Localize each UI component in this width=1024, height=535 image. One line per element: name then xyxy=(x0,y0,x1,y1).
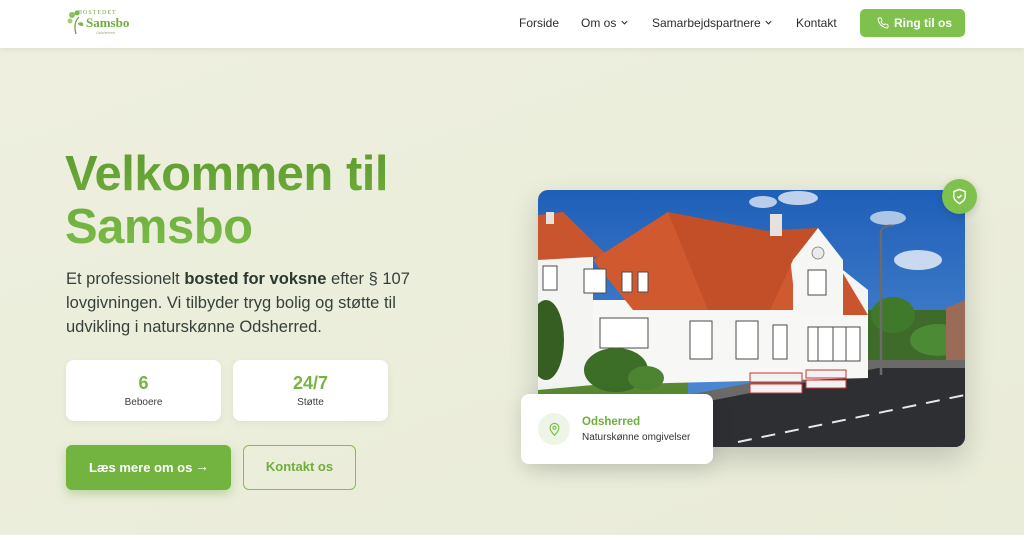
chevron-down-icon[interactable] xyxy=(764,18,773,27)
hero-description: Et professionelt bosted for voksne efter… xyxy=(66,267,446,339)
logo-name: Samsbo xyxy=(86,15,130,30)
location-pin-circle xyxy=(538,413,570,445)
samsbo-logo[interactable]: BOSTEDET Samsbo Odsherred xyxy=(66,9,130,37)
stat-value: 6 xyxy=(138,373,149,393)
stat-card-stotte: 24/7 Støtte xyxy=(233,360,388,421)
hero-text-before: Et professionelt xyxy=(66,270,185,288)
location-card: Odsherred Naturskønne omgivelser xyxy=(521,394,713,464)
stat-label: Støtte xyxy=(297,397,324,408)
nav-item-om-os[interactable]: Om os xyxy=(581,16,616,30)
logo-sub-text: Odsherred xyxy=(96,30,115,35)
chevron-down-icon[interactable] xyxy=(620,18,629,27)
hero-text-bold: bosted for voksne xyxy=(184,270,327,288)
arrow-right-icon: → xyxy=(195,458,209,474)
laes-mere-label: Læs mere om os xyxy=(89,460,193,475)
shield-check-icon xyxy=(953,188,966,205)
ring-til-os-label: Ring til os xyxy=(894,16,952,30)
location-subtitle: Naturskønne omgivelser xyxy=(582,432,691,443)
ring-til-os-button[interactable]: Ring til os xyxy=(860,9,965,37)
hero-title-line1: Velkommen til xyxy=(65,147,389,201)
nav-item-forside[interactable]: Forside xyxy=(519,16,559,30)
phone-icon xyxy=(877,17,889,29)
laes-mere-button[interactable]: Læs mere om os → xyxy=(66,445,231,490)
hero-title-line2: Samsbo xyxy=(65,200,253,254)
stat-label: Beboere xyxy=(124,397,163,408)
kontakt-os-button[interactable]: Kontakt os xyxy=(243,445,356,490)
trust-badge xyxy=(942,179,977,214)
nav-item-kontakt[interactable]: Kontakt xyxy=(796,16,837,30)
hero-title: Velkommen til Samsbo xyxy=(65,148,485,254)
stat-card-beboere: 6 Beboere xyxy=(66,360,221,421)
map-pin-icon xyxy=(549,422,560,437)
location-title: Odsherred xyxy=(582,416,641,428)
stat-value: 24/7 xyxy=(292,373,329,393)
nav-item-samarbejdspartnere[interactable]: Samarbejdspartnere xyxy=(652,16,761,30)
site-header: BOSTEDET Samsbo Odsherred Forside Om os … xyxy=(0,0,1024,48)
